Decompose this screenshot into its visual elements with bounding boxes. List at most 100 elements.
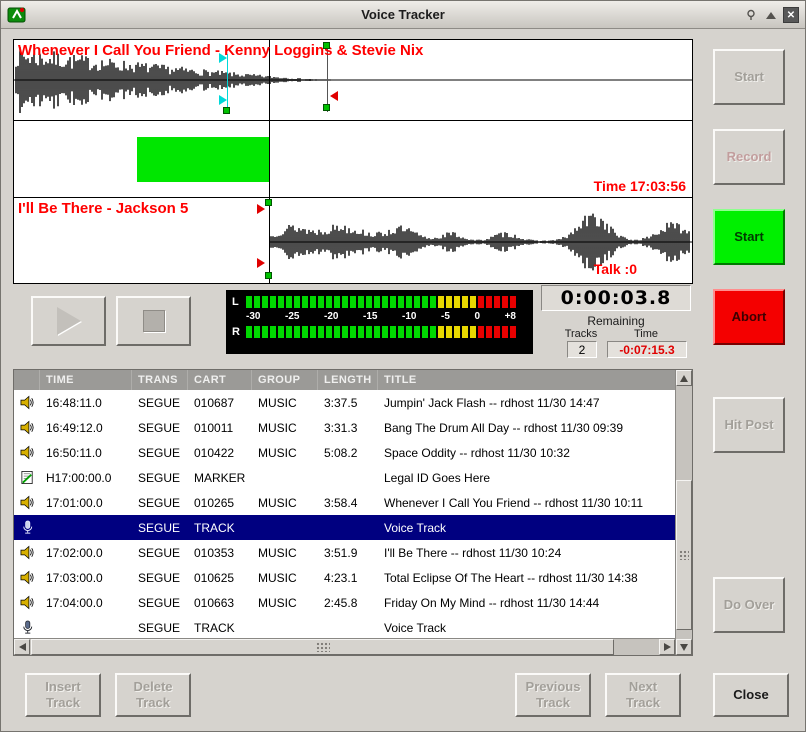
cell-time: 17:03:00.0 — [40, 571, 132, 585]
meter-led-segment — [294, 326, 300, 338]
segue-marker-arrow-top[interactable] — [257, 204, 265, 214]
elapsed-time-display: 0:00:03.8 — [541, 285, 691, 311]
time-readout: Time 17:03:56 — [594, 178, 686, 194]
meter-led-segment — [318, 326, 324, 338]
end-marker-handle-top[interactable] — [323, 42, 330, 49]
meter-led-segment — [470, 326, 476, 338]
table-row[interactable]: 17:01:00.0SEGUE010265MUSIC3:58.4Whenever… — [14, 490, 675, 515]
meter-led-segment — [278, 326, 284, 338]
meter-led-segment — [270, 326, 276, 338]
end-marker-arrow[interactable] — [330, 91, 338, 101]
cell-group: MUSIC — [252, 596, 318, 610]
play-icon — [57, 307, 81, 335]
remaining-label: Remaining — [541, 314, 691, 328]
close-window-button[interactable]: ✕ — [783, 7, 799, 23]
play-button[interactable] — [31, 296, 106, 346]
scroll-left-button[interactable] — [14, 639, 30, 655]
mic-icon — [14, 520, 40, 535]
meter-led-segment — [438, 296, 444, 308]
start-track1-button[interactable]: Start — [713, 49, 785, 105]
fade-marker-line[interactable] — [227, 54, 228, 110]
meter-led-segment — [406, 326, 412, 338]
voice-track-region[interactable] — [137, 137, 269, 182]
meter-led-segment — [374, 296, 380, 308]
scroll-right-button[interactable] — [659, 639, 675, 655]
scroll-up-button[interactable] — [676, 370, 692, 386]
vertical-scrollbar[interactable] — [675, 370, 692, 655]
segue-marker-handle-top[interactable] — [265, 199, 272, 206]
close-button[interactable]: Close — [713, 673, 789, 717]
cell-title: Voice Track — [378, 621, 675, 635]
table-row[interactable]: 16:49:12.0SEGUE010011MUSIC3:31.3Bang The… — [14, 415, 675, 440]
table-row[interactable]: SEGUETRACKVoice Track — [14, 615, 675, 640]
start-marker-handle[interactable] — [223, 107, 230, 114]
meter-scale-label: 0 — [474, 311, 480, 323]
meter-led-segment — [406, 296, 412, 308]
horizontal-scroll-thumb[interactable] — [31, 639, 614, 655]
playback-cursor[interactable] — [269, 40, 270, 283]
speaker-icon — [14, 545, 40, 560]
cell-time: 16:49:12.0 — [40, 421, 132, 435]
meter-led-segment — [262, 326, 268, 338]
table-row[interactable]: 17:02:00.0SEGUE010353MUSIC3:51.9I'll Be … — [14, 540, 675, 565]
cell-title: Friday On My Mind -- rdhost 11/30 14:44 — [378, 596, 675, 610]
record-button[interactable]: Record — [713, 129, 785, 185]
meter-scale: -30-25-20-15-10-50+8 — [246, 311, 516, 323]
meter-led-segment — [510, 296, 516, 308]
meter-led-segment — [342, 296, 348, 308]
log-header: TIME TRANS CART GROUP LENGTH TITLE — [14, 370, 675, 390]
cell-length: 5:08.2 — [318, 446, 378, 460]
delete-track-button[interactable]: Delete Track — [115, 673, 191, 717]
segue-marker-arrow-bottom[interactable] — [257, 258, 265, 268]
voice-track-lane: Time 17:03:56 — [14, 120, 692, 198]
abort-button[interactable]: Abort — [713, 289, 785, 345]
insert-track-button[interactable]: Insert Track — [25, 673, 101, 717]
do-over-button[interactable]: Do Over — [713, 577, 785, 633]
meter-led-segment — [302, 326, 308, 338]
table-row[interactable]: SEGUETRACKVoice Track — [14, 515, 675, 540]
cell-cart: 010011 — [188, 421, 252, 435]
fade-marker-handle-bottom[interactable] — [219, 95, 227, 105]
vertical-scroll-thumb[interactable] — [676, 480, 692, 630]
previous-track-button[interactable]: Previous Track — [515, 673, 591, 717]
next-track-button[interactable]: Next Track — [605, 673, 681, 717]
cell-group: MUSIC — [252, 446, 318, 460]
meter-scale-label: -15 — [363, 311, 377, 323]
end-marker-handle-bottom[interactable] — [323, 104, 330, 111]
cell-trans: SEGUE — [132, 446, 188, 460]
table-row[interactable]: 17:04:00.0SEGUE010663MUSIC2:45.8Friday O… — [14, 590, 675, 615]
cell-title: Voice Track — [378, 521, 675, 535]
cell-title: Jumpin' Jack Flash -- rdhost 11/30 14:47 — [378, 396, 675, 410]
meter-led-segment — [342, 326, 348, 338]
table-row[interactable]: 16:50:11.0SEGUE010422MUSIC5:08.2Space Od… — [14, 440, 675, 465]
cell-trans: SEGUE — [132, 546, 188, 560]
mic-icon — [14, 620, 40, 635]
meter-led-segment — [502, 326, 508, 338]
fade-marker-handle-top[interactable] — [219, 53, 227, 63]
horizontal-scrollbar[interactable] — [14, 638, 675, 655]
stop-button[interactable] — [116, 296, 191, 346]
start-track2-button[interactable]: Start — [713, 209, 785, 265]
hit-post-button[interactable]: Hit Post — [713, 397, 785, 453]
header-title: TITLE — [378, 370, 675, 390]
cell-group: MUSIC — [252, 571, 318, 585]
pin-button[interactable] — [743, 7, 759, 23]
table-row[interactable]: 16:48:11.0SEGUE010687MUSIC3:37.5Jumpin' … — [14, 390, 675, 415]
arrow-left-icon — [19, 643, 26, 651]
meter-led-segment — [294, 296, 300, 308]
meter-scale-label: +8 — [505, 311, 516, 323]
scroll-down-button[interactable] — [676, 639, 692, 655]
meter-led-segment — [374, 326, 380, 338]
header-length: LENGTH — [318, 370, 378, 390]
meter-led-segment — [358, 326, 364, 338]
meter-led-segment — [486, 326, 492, 338]
table-row[interactable]: H17:00:00.0SEGUEMARKERLegal ID Goes Here — [14, 465, 675, 490]
meter-led-segment — [286, 326, 292, 338]
meter-led-segment — [462, 326, 468, 338]
segue-marker-handle-bottom[interactable] — [265, 272, 272, 279]
cell-trans: SEGUE — [132, 396, 188, 410]
cell-title: Legal ID Goes Here — [378, 471, 675, 485]
shade-button[interactable] — [763, 7, 779, 23]
meter-led-segment — [262, 296, 268, 308]
table-row[interactable]: 17:03:00.0SEGUE010625MUSIC4:23.1Total Ec… — [14, 565, 675, 590]
